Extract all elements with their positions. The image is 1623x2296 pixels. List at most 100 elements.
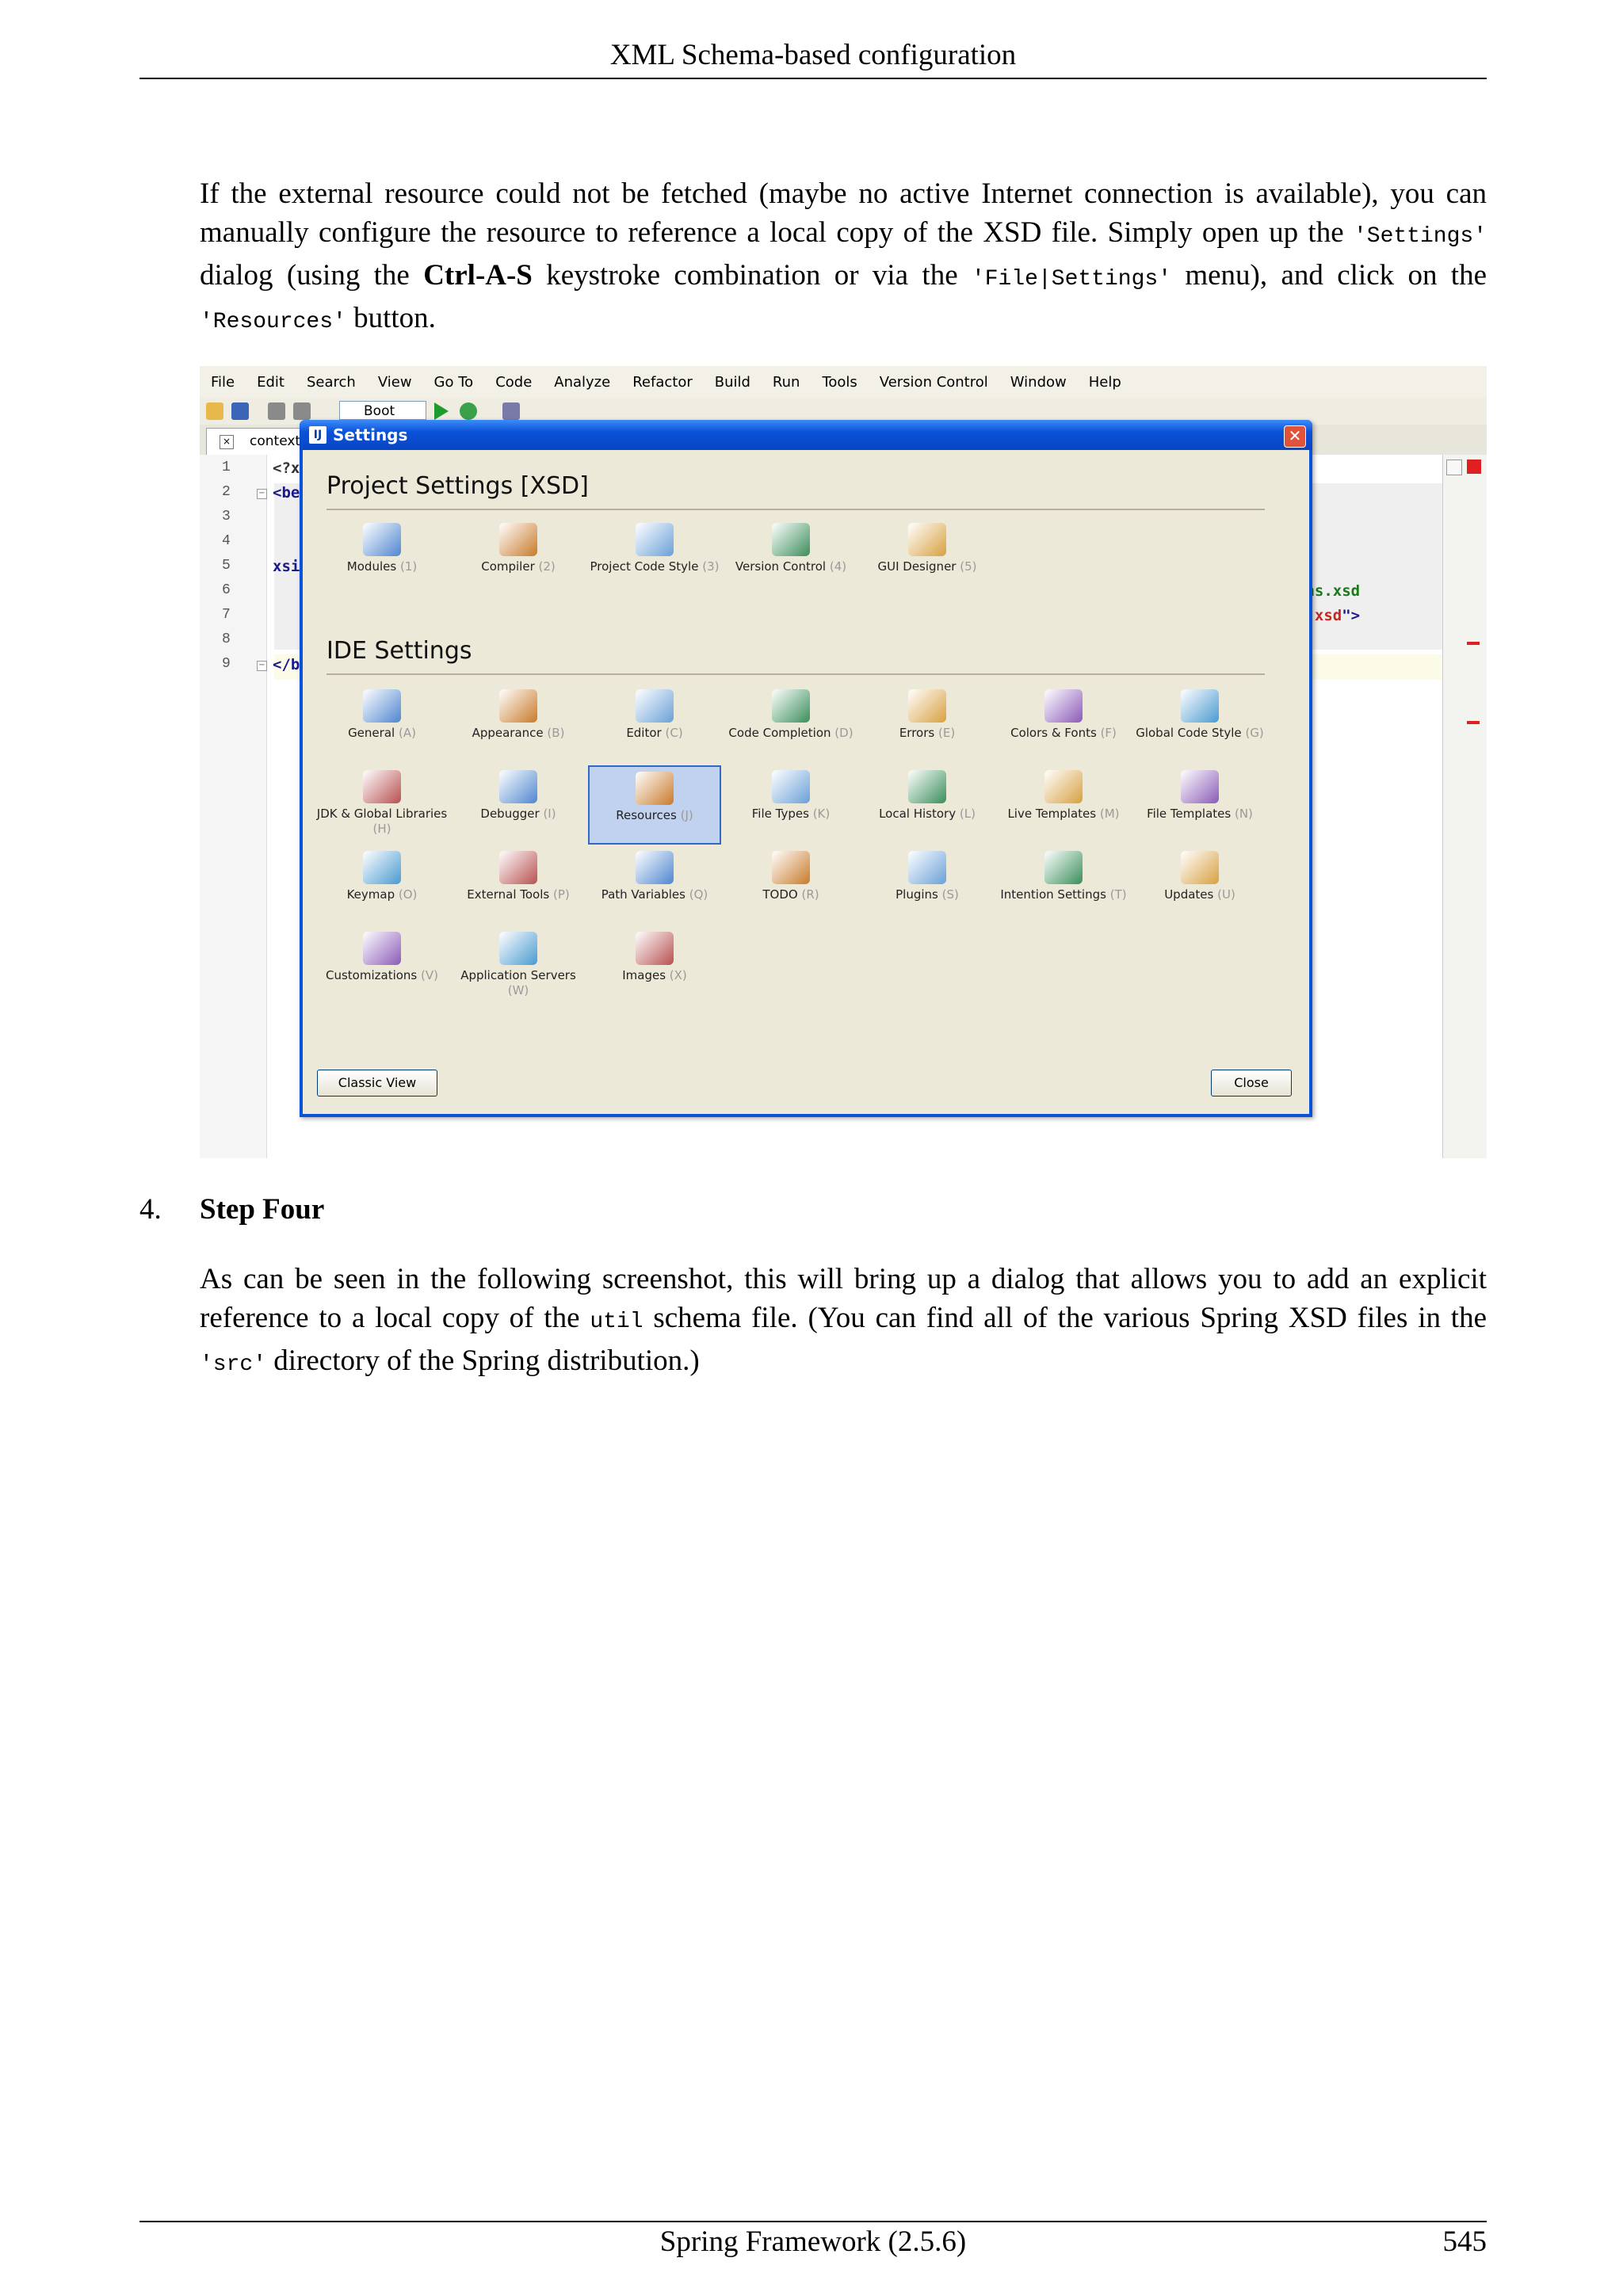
settings-tile-appearance[interactable]: Appearance (B) (452, 685, 585, 764)
dialog-title: Settings (333, 425, 408, 444)
settings-tile-external-tools[interactable]: External Tools (P) (452, 846, 585, 925)
settings-tile-compiler[interactable]: Compiler (2) (452, 518, 585, 597)
editor-tab-context[interactable]: × context (206, 428, 309, 455)
fold-icon[interactable]: − (257, 489, 267, 499)
code-line-1: <?x (273, 460, 300, 477)
settings-tile-resources[interactable]: Resources (J) (588, 765, 721, 845)
open-folder-icon[interactable] (206, 402, 223, 420)
line-number: 3 (222, 509, 231, 524)
gui-designer-icon (908, 523, 946, 556)
settings-tile-global-code-style[interactable]: Global Code Style (G) (1133, 685, 1266, 764)
settings-tile-modules[interactable]: Modules (1) (315, 518, 449, 597)
settings-tile-plugins[interactable]: Plugins (S) (861, 846, 994, 925)
shortcut-key: (U) (1217, 887, 1235, 902)
shortcut-key: (K) (812, 807, 831, 821)
close-button[interactable]: Close (1211, 1070, 1292, 1097)
settings-tile-path-variables[interactable]: Path Variables (Q) (588, 846, 721, 925)
settings-tile-errors[interactable]: Errors (E) (861, 685, 994, 764)
settings-tile-debugger[interactable]: Debugger (I) (452, 765, 585, 845)
settings-tile-application-servers[interactable]: Application Servers (W) (452, 927, 585, 1006)
application-servers-icon (499, 932, 537, 965)
menu-item-build[interactable]: Build (704, 374, 762, 391)
settings-tile-label: Resources (616, 808, 677, 822)
shortcut-key: (M) (1099, 807, 1120, 821)
file-types-icon (772, 770, 810, 803)
back-icon[interactable] (268, 402, 285, 420)
settings-tile-jdk-global-libraries[interactable]: JDK & Global Libraries (H) (315, 765, 449, 845)
settings-tile-label: Keymap (346, 887, 395, 902)
page-number: 545 (1442, 2225, 1487, 2258)
menu-item-analyze[interactable]: Analyze (543, 374, 621, 391)
error-stripe[interactable] (1442, 455, 1487, 1158)
settings-tile-label: Intention Settings (1000, 887, 1106, 902)
step-number: 4. (139, 1193, 162, 1226)
menu-item-view[interactable]: View (367, 374, 423, 391)
menu-item-window[interactable]: Window (999, 374, 1078, 391)
debug-icon[interactable] (460, 402, 477, 420)
scroll-up-icon[interactable] (1446, 460, 1462, 475)
project-settings-heading: Project Settings [XSD] (327, 472, 589, 500)
save-icon[interactable] (231, 402, 249, 420)
page-header: XML Schema-based configuration (609, 39, 1017, 71)
forward-icon[interactable] (293, 402, 311, 420)
settings-tile-images[interactable]: Images (X) (588, 927, 721, 1006)
settings-tile-label: External Tools (467, 887, 550, 902)
settings-tile-todo[interactable]: TODO (R) (724, 846, 857, 925)
shortcut-key: (I) (543, 807, 556, 821)
settings-tile-local-history[interactable]: Local History (L) (861, 765, 994, 845)
menu-item-edit[interactable]: Edit (246, 374, 296, 391)
settings-tile-version-control[interactable]: Version Control (4) (724, 518, 857, 597)
header-rule (139, 78, 1487, 79)
settings-tile-colors-fonts[interactable]: Colors & Fonts (F) (997, 685, 1130, 764)
menu-item-run[interactable]: Run (762, 374, 812, 391)
settings-tile-gui-designer[interactable]: GUI Designer (5) (861, 518, 994, 597)
menu-item-go-to[interactable]: Go To (423, 374, 485, 391)
menu-item-code[interactable]: Code (484, 374, 543, 391)
error-marker[interactable] (1467, 642, 1480, 645)
step-paragraph: As can be seen in the following screensh… (200, 1260, 1487, 1384)
keymap-icon (363, 851, 401, 884)
settings-tile-general[interactable]: General (A) (315, 685, 449, 764)
close-tab-icon[interactable]: × (220, 435, 234, 449)
menu-item-search[interactable]: Search (296, 374, 367, 391)
close-icon[interactable]: ✕ (1284, 425, 1306, 448)
line-gutter: 1 2 3 4 5 6 7 8 9 − − (200, 455, 267, 1158)
modules-icon (363, 523, 401, 556)
settings-tile-label: Application Servers (460, 968, 576, 982)
settings-tile-label: Modules (346, 559, 397, 574)
code-line-5: xsi (273, 558, 300, 575)
line-number: 9 (222, 656, 231, 672)
line-number: 8 (222, 631, 231, 647)
fold-icon[interactable]: − (257, 661, 267, 671)
menu-item-file[interactable]: File (200, 374, 246, 391)
dialog-title-bar[interactable]: IJ Settings ✕ (300, 420, 1312, 450)
run-config-select[interactable]: Boot (339, 401, 426, 420)
settings-tile-keymap[interactable]: Keymap (O) (315, 846, 449, 925)
resources-code: 'Resources' (200, 310, 346, 334)
menu-item-tools[interactable]: Tools (811, 374, 868, 391)
shortcut-key: (S) (941, 887, 959, 902)
footer-rule (139, 2221, 1487, 2222)
settings-tile-updates[interactable]: Updates (U) (1133, 846, 1266, 925)
run-icon[interactable] (434, 402, 449, 420)
settings-tile-project-code-style[interactable]: Project Code Style (3) (588, 518, 721, 597)
settings-tile-label: Local History (879, 807, 957, 821)
shortcut-key: (G) (1245, 726, 1264, 740)
menu-item-refactor[interactable]: Refactor (621, 374, 704, 391)
menu-item-version-control[interactable]: Version Control (869, 374, 999, 391)
settings-tile-customizations[interactable]: Customizations (V) (315, 927, 449, 1006)
classic-view-button[interactable]: Classic View (317, 1070, 437, 1097)
settings-tile-intention-settings[interactable]: Intention Settings (T) (997, 846, 1130, 925)
step-title: Step Four (200, 1193, 325, 1226)
settings-tile-live-templates[interactable]: Live Templates (M) (997, 765, 1130, 845)
settings-tile-file-types[interactable]: File Types (K) (724, 765, 857, 845)
error-marker[interactable] (1467, 721, 1480, 724)
menu-item-help[interactable]: Help (1078, 374, 1132, 391)
settings-tile-label: Path Variables (601, 887, 685, 902)
settings-tile-editor[interactable]: Editor (C) (588, 685, 721, 764)
settings-tile-code-completion[interactable]: Code Completion (D) (724, 685, 857, 764)
updates-icon (1181, 851, 1219, 884)
tool-icon[interactable] (502, 402, 520, 420)
shortcut-key: (1) (399, 559, 418, 574)
settings-tile-file-templates[interactable]: File Templates (N) (1133, 765, 1266, 845)
